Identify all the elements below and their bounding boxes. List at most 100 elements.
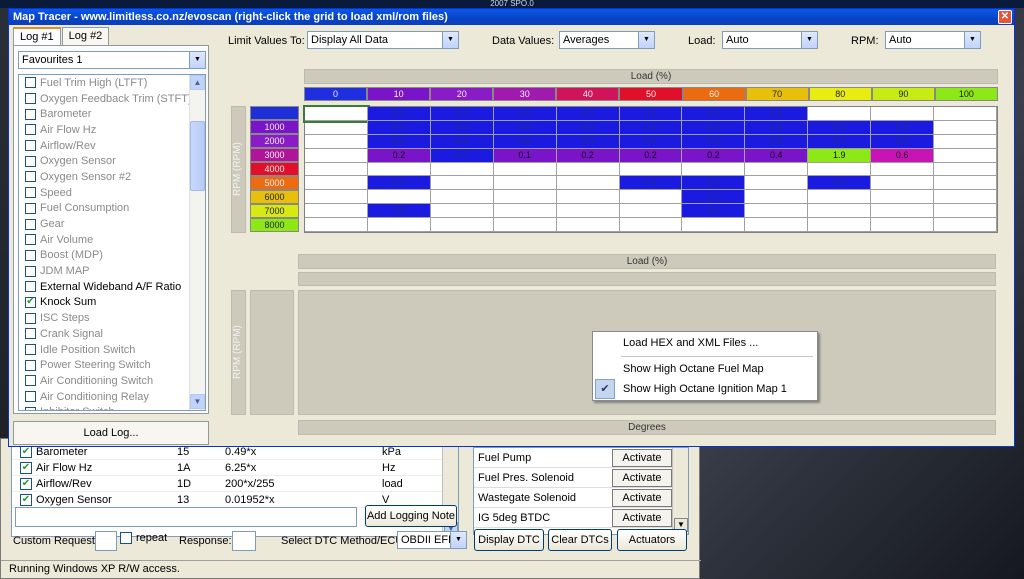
map-cell[interactable]: 0.0	[871, 120, 935, 135]
map-cell[interactable]: 0.1	[808, 134, 872, 149]
channel-item[interactable]: Inhibitor Switch	[19, 404, 205, 410]
map-cell[interactable]: 0.0	[430, 134, 494, 149]
map-cell[interactable]: 0.0	[430, 120, 494, 135]
map-cell[interactable]	[934, 190, 997, 205]
channel-item[interactable]: Crank Signal	[19, 326, 205, 342]
map-cell[interactable]: 0.0	[682, 176, 746, 191]
rpm-select[interactable]: Auto ▼	[885, 31, 981, 49]
menu-item-load-hex-xml[interactable]: Load HEX and XML Files ...	[593, 333, 817, 353]
tab-log-2[interactable]: Log #2	[61, 27, 110, 45]
checkbox-icon[interactable]	[120, 532, 132, 544]
map-cell[interactable]	[367, 218, 431, 232]
map-cell[interactable]: 0.0	[619, 176, 683, 191]
checkbox-icon[interactable]	[25, 108, 36, 120]
map-cell[interactable]	[430, 190, 494, 205]
map-cell[interactable]	[619, 204, 683, 219]
checkbox-icon[interactable]	[25, 171, 36, 183]
activate-button[interactable]: Activate	[612, 508, 672, 527]
map-cell[interactable]	[303, 105, 370, 123]
checkbox-icon[interactable]	[25, 124, 36, 136]
checkbox-icon[interactable]	[25, 406, 36, 410]
map-cell[interactable]: 0.0	[682, 134, 746, 149]
map-cell[interactable]	[619, 162, 683, 177]
checkbox-icon[interactable]	[25, 218, 36, 230]
map-cell[interactable]	[871, 204, 935, 219]
map-cell[interactable]: 0.0	[556, 134, 620, 149]
channel-item[interactable]: External Wideband A/F Ratio	[19, 279, 205, 295]
map-cell[interactable]	[934, 162, 997, 177]
map-cell[interactable]	[430, 204, 494, 219]
map-cell[interactable]	[934, 120, 997, 135]
map-cell[interactable]	[934, 148, 997, 163]
map-cell[interactable]: 0.0	[619, 120, 683, 135]
checkbox-icon[interactable]	[25, 328, 36, 340]
channel-item[interactable]: Boost (MDP)	[19, 248, 205, 264]
map-cell[interactable]: 0.1	[493, 148, 557, 163]
chevron-down-icon[interactable]: ▼	[442, 32, 458, 48]
map-cell[interactable]	[871, 176, 935, 191]
map-cell[interactable]	[493, 218, 557, 232]
channel-item[interactable]: Gear	[19, 216, 205, 232]
checkbox-checked-icon[interactable]: ✔	[20, 477, 32, 490]
map-cell[interactable]: 0.2	[682, 148, 746, 163]
channel-item[interactable]: Fuel Trim High (LTFT)	[19, 75, 205, 91]
map-cell[interactable]	[808, 218, 872, 232]
checkbox-icon[interactable]	[25, 202, 36, 214]
custom-request-input[interactable]	[95, 531, 117, 551]
checkbox-checked-icon[interactable]: ✔	[25, 296, 36, 308]
checkbox-icon[interactable]	[25, 344, 36, 356]
channel-item[interactable]: JDM MAP	[19, 263, 205, 279]
map-cell[interactable]	[745, 176, 809, 191]
channel-item[interactable]: Oxygen Sensor	[19, 153, 205, 169]
map-cell[interactable]: 0.0	[619, 134, 683, 149]
channel-item[interactable]: Air Conditioning Switch	[19, 373, 205, 389]
map-cell[interactable]: 0.0	[745, 120, 809, 135]
chevron-down-icon[interactable]: ▼	[801, 32, 817, 48]
checkbox-icon[interactable]	[25, 391, 36, 403]
map-cell[interactable]	[556, 190, 620, 205]
menu-item-high-octane-fuel-map[interactable]: Show High Octane Fuel Map	[593, 359, 817, 379]
channel-item[interactable]: Fuel Consumption	[19, 201, 205, 217]
logging-note-input[interactable]	[15, 507, 357, 527]
map-cell[interactable]: 0.0	[808, 120, 872, 135]
map-cell[interactable]: 0.0	[619, 107, 683, 121]
actuator-scrollbar[interactable]: ▼	[672, 448, 688, 534]
channel-item[interactable]: Air Flow Hz	[19, 122, 205, 138]
map-cell[interactable]: 0.0	[493, 107, 557, 121]
checkbox-icon[interactable]	[25, 375, 36, 387]
map-cell[interactable]: 0.0	[367, 134, 431, 149]
load-select[interactable]: Auto ▼	[722, 31, 818, 49]
map-cell[interactable]	[430, 162, 494, 177]
map-cell[interactable]: 0.0	[682, 204, 746, 219]
chevron-down-icon[interactable]: ▼	[189, 52, 205, 68]
map-cell[interactable]	[745, 204, 809, 219]
channel-item[interactable]: Barometer	[19, 106, 205, 122]
channel-item[interactable]: Oxygen Feedback Trim (STFT)	[19, 91, 205, 107]
map-cell[interactable]	[556, 204, 620, 219]
map-cell[interactable]	[305, 162, 368, 177]
display-dtc-button[interactable]: Display DTC	[474, 529, 544, 551]
map-cell[interactable]	[430, 176, 494, 191]
checkbox-icon[interactable]	[25, 187, 36, 199]
map-cell[interactable]: 1.9	[808, 148, 872, 163]
map-cell[interactable]	[934, 176, 997, 191]
map-cell[interactable]	[493, 190, 557, 205]
map-cell[interactable]	[556, 162, 620, 177]
map-cell[interactable]: 0.0	[808, 176, 872, 191]
map-cell[interactable]	[745, 190, 809, 205]
map-cell[interactable]	[871, 162, 935, 177]
map-cell[interactable]	[556, 176, 620, 191]
map-cell[interactable]: 0.2	[367, 148, 431, 163]
actuator-list[interactable]: Fuel Pump Activate Fuel Pres. Solenoid Acti…	[473, 447, 689, 535]
map-cell[interactable]: 0.0	[430, 107, 494, 121]
map-grid[interactable]: 0.0 0.0 0.0 0.0 0.0 0.0 0.0 0.0 0.0 0.0 0.0 0.0 0.0 0…	[303, 105, 998, 233]
map-cell[interactable]: 0.0	[493, 120, 557, 135]
map-cell[interactable]	[682, 218, 746, 232]
dtc-method-select[interactable]: OBDII EFI ▼	[397, 531, 467, 549]
map-cell[interactable]	[305, 204, 368, 219]
map-cell[interactable]: 0.0	[682, 107, 746, 121]
map-cell[interactable]	[305, 134, 368, 149]
map-cell[interactable]	[305, 120, 368, 135]
map-cell[interactable]: 0.6	[871, 148, 935, 163]
map-cell[interactable]	[305, 148, 368, 163]
